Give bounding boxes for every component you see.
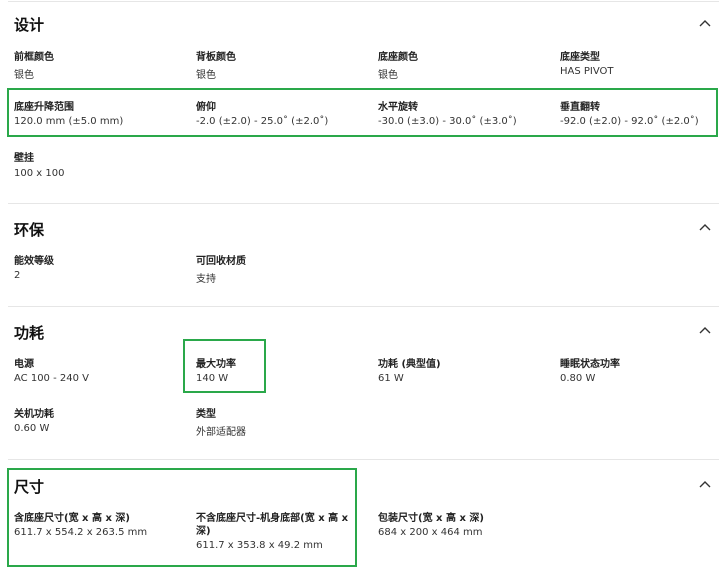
highlight-box (7, 88, 718, 137)
spec-value: 银色 (14, 70, 34, 81)
spec-label: 含底座尺寸(宽 x 高 x 深) (14, 513, 130, 524)
spec-value: -30.0 (±3.0) - 30.0˚ (±3.0˚) (378, 116, 517, 127)
spec-value: 0.80 W (560, 373, 596, 384)
spec-value: 140 W (196, 373, 229, 384)
spec-label: 包装尺寸(宽 x 高 x 深) (378, 513, 484, 524)
spec-value: AC 100 - 240 V (14, 373, 89, 384)
spec-value: 外部适配器 (196, 427, 246, 438)
section-title-design: 设计 (14, 16, 45, 34)
section-title-power: 功耗 (14, 324, 45, 342)
section-title-dimensions: 尺寸 (14, 478, 45, 496)
spec-label: 最大功率 (196, 359, 236, 370)
section-divider (8, 203, 719, 204)
spec-label: 关机功耗 (14, 409, 54, 420)
spec-value: 611.7 x 554.2 x 263.5 mm (14, 527, 148, 538)
spec-label: 可回收材质 (196, 256, 246, 267)
spec-value: 611.7 x 353.8 x 49.2 mm (196, 540, 323, 551)
chevron-up-icon[interactable] (699, 480, 711, 488)
spec-value: 120.0 mm (±5.0 mm) (14, 116, 124, 127)
spec-label: 前框颜色 (14, 52, 54, 63)
spec-label: 功耗 (典型值) (378, 359, 441, 370)
chevron-up-icon[interactable] (699, 19, 711, 27)
chevron-up-icon[interactable] (699, 326, 711, 334)
spec-value: 0.60 W (14, 423, 50, 434)
spec-value: 684 x 200 x 464 mm (378, 527, 483, 538)
spec-label: 底座类型 (560, 52, 600, 63)
spec-value: 银色 (378, 70, 398, 81)
spec-value: 2 (14, 270, 21, 281)
section-divider (8, 459, 719, 460)
spec-label: 背板颜色 (196, 52, 236, 63)
section-title-environment: 环保 (14, 221, 45, 239)
top-divider (8, 1, 719, 2)
spec-value: HAS PIVOT (560, 66, 614, 77)
spec-value: 61 W (378, 373, 404, 384)
spec-label: 能效等级 (14, 256, 54, 267)
spec-value: 100 x 100 (14, 168, 65, 179)
spec-label: 俯仰 (196, 102, 216, 113)
spec-label-continued: 深) (196, 526, 211, 537)
spec-label: 壁挂 (14, 153, 34, 164)
spec-label: 电源 (14, 359, 34, 370)
spec-label: 底座颜色 (378, 52, 418, 63)
spec-label: 垂直翻转 (560, 102, 600, 113)
spec-label: 底座升降范围 (14, 102, 74, 113)
spec-value: 支持 (196, 274, 216, 285)
spec-label: 水平旋转 (378, 102, 418, 113)
spec-value: 银色 (196, 70, 216, 81)
spec-value: -92.0 (±2.0) - 92.0˚ (±2.0˚) (560, 116, 699, 127)
spec-label: 类型 (196, 409, 216, 420)
spec-label: 不含底座尺寸-机身底部(宽 x 高 x (196, 513, 349, 524)
spec-value: -2.0 (±2.0) - 25.0˚ (±2.0˚) (196, 116, 329, 127)
spec-label: 睡眠状态功率 (560, 359, 620, 370)
chevron-up-icon[interactable] (699, 223, 711, 231)
section-divider (8, 306, 719, 307)
